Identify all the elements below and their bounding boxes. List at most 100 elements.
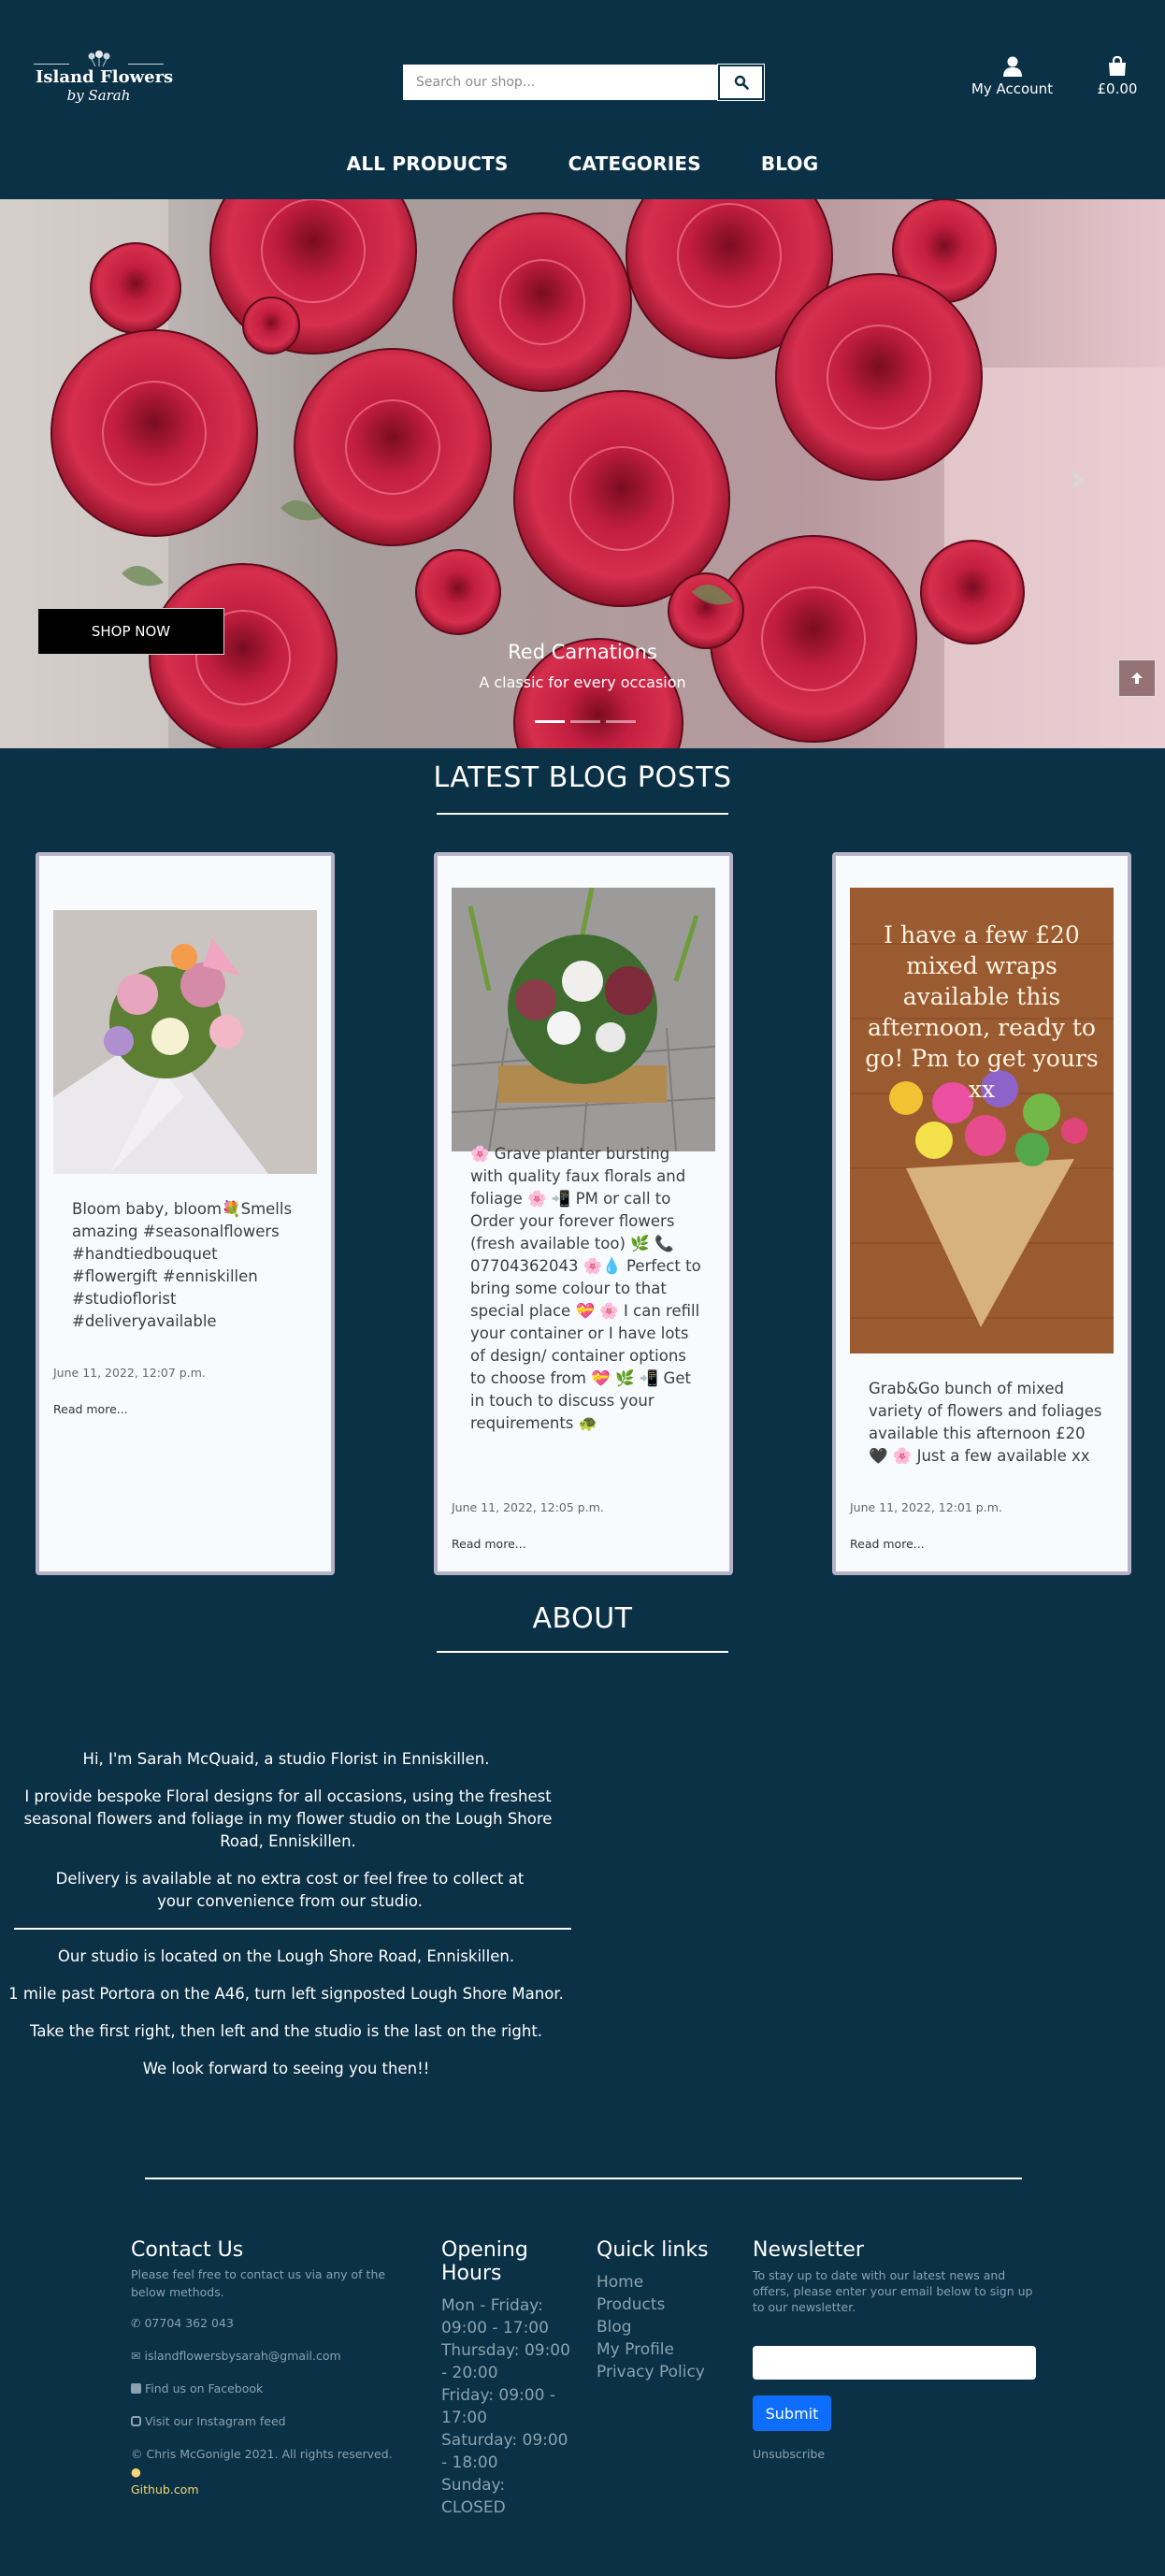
hours-friday: Friday: 09:00 - 17:00 bbox=[441, 2386, 555, 2427]
blog-post-date: June 11, 2022, 12:01 p.m. bbox=[850, 1500, 1002, 1514]
footer-quick-links: Quick links Home Products Blog My Profil… bbox=[597, 2238, 727, 2383]
blog-post-date: June 11, 2022, 12:05 p.m. bbox=[452, 1500, 604, 1514]
about-services: I provide bespoke Floral designs for all… bbox=[23, 1787, 553, 1850]
phone-number: 07704 362 043 bbox=[144, 2316, 234, 2330]
facebook-icon bbox=[131, 2383, 141, 2394]
footer-divider bbox=[145, 2178, 1022, 2179]
carousel-indicator-3[interactable] bbox=[606, 720, 636, 723]
site-logo[interactable]: Island Flowers by Sarah bbox=[34, 51, 174, 116]
about-closing: We look forward to seeing you then!! bbox=[142, 2060, 430, 2077]
arrow-up-icon bbox=[1131, 673, 1143, 684]
quick-links-title: Quick links bbox=[597, 2238, 709, 2262]
blog-post-image[interactable] bbox=[53, 910, 317, 1174]
bouquet-image bbox=[53, 910, 317, 1174]
logo-title: Island Flowers bbox=[36, 67, 174, 87]
carousel-indicator-2[interactable] bbox=[570, 720, 600, 723]
phone-icon: ✆ bbox=[131, 2316, 141, 2330]
about-title-rule bbox=[437, 1651, 728, 1653]
shopping-bag-link[interactable]: £0.00 bbox=[1089, 56, 1145, 97]
newsletter-email-input[interactable] bbox=[753, 2346, 1036, 2380]
blog-post-image[interactable]: I have a few £20 mixed wraps available t… bbox=[850, 888, 1114, 1353]
carousel-prev-button[interactable] bbox=[65, 452, 103, 508]
blog-card: I have a few £20 mixed wraps available t… bbox=[832, 852, 1131, 1575]
blog-section-title: LATEST BLOG POSTS bbox=[433, 761, 732, 794]
search-input[interactable] bbox=[403, 65, 718, 100]
read-more-link[interactable]: Read more... bbox=[850, 1537, 925, 1551]
hours-mon-fri: Mon - Friday: 09:00 - 17:00 bbox=[441, 2296, 549, 2337]
facebook-link[interactable]: Find us on Facebook bbox=[131, 2380, 402, 2397]
hours-title: Opening Hours bbox=[441, 2238, 528, 2285]
blog-post-date: June 11, 2022, 12:07 p.m. bbox=[53, 1366, 206, 1380]
github-icon: ● bbox=[131, 2465, 141, 2479]
about-directions-2: Take the first right, then left and the … bbox=[29, 2022, 543, 2040]
read-more-link[interactable]: Read more... bbox=[452, 1537, 526, 1551]
phone-link[interactable]: ✆ 07704 362 043 bbox=[131, 2314, 402, 2332]
blog-post-image[interactable] bbox=[452, 888, 715, 1151]
about-divider bbox=[14, 1928, 571, 1930]
blog-card: Bloom baby, bloom💐Smells amazing #season… bbox=[36, 852, 335, 1575]
logo-rule-right bbox=[128, 64, 164, 65]
instagram-label: Visit our Instagram feed bbox=[145, 2414, 286, 2428]
blog-post-excerpt: 🌸 Grave planter bursting with quality fa… bbox=[470, 1145, 701, 1432]
nav-blog[interactable]: BLOG bbox=[761, 152, 819, 175]
search-icon bbox=[734, 75, 749, 90]
newsletter-title: Newsletter bbox=[753, 2238, 864, 2262]
hours-sunday: Sunday: CLOSED bbox=[441, 2476, 506, 2517]
about-intro: Hi, I'm Sarah McQuaid, a studio Florist … bbox=[82, 1750, 490, 1768]
unsubscribe-link[interactable]: Unsubscribe bbox=[753, 2445, 825, 2463]
contact-title: Contact Us bbox=[131, 2238, 244, 2262]
my-account-link[interactable]: My Account bbox=[963, 56, 1061, 97]
account-label: My Account bbox=[971, 80, 1054, 97]
image-overlay-text: I have a few £20 mixed wraps available t… bbox=[865, 921, 1099, 1103]
facebook-label: Find us on Facebook bbox=[145, 2381, 264, 2395]
footer-link-profile[interactable]: My Profile bbox=[597, 2338, 727, 2361]
nav-all-products[interactable]: ALL PRODUCTS bbox=[347, 152, 509, 175]
hours-thursday: Thursday: 09:00 - 20:00 bbox=[441, 2341, 570, 2382]
blog-post-excerpt: Grab&Go bunch of mixed variety of flower… bbox=[869, 1380, 1102, 1465]
hero-carousel: SHOP NOW Red Carnations A classic for ev… bbox=[0, 199, 1165, 748]
hours-saturday: Saturday: 09:00 - 18:00 bbox=[441, 2431, 568, 2472]
back-to-top-button[interactable] bbox=[1118, 659, 1156, 697]
about-directions-1: 1 mile past Portora on the A46, turn lef… bbox=[8, 1985, 564, 2003]
search-button[interactable] bbox=[717, 64, 765, 101]
search-form bbox=[403, 64, 765, 101]
blog-title-rule bbox=[437, 813, 728, 815]
email-address: islandflowersbysarah@gmail.com bbox=[144, 2349, 341, 2363]
user-icon bbox=[1002, 56, 1022, 77]
carousel-indicators bbox=[535, 720, 636, 723]
hero-title: Red Carnations bbox=[508, 641, 657, 663]
footer-link-products[interactable]: Products bbox=[597, 2294, 727, 2316]
github-link[interactable]: Github.com bbox=[131, 2482, 199, 2496]
copyright-line: © Chris McGonigle 2021. All rights reser… bbox=[131, 2445, 402, 2498]
read-more-link[interactable]: Read more... bbox=[53, 1402, 128, 1416]
chevron-right-icon bbox=[1071, 470, 1085, 489]
bag-total: £0.00 bbox=[1097, 80, 1138, 97]
instagram-link[interactable]: Visit our Instagram feed bbox=[131, 2412, 402, 2430]
newsletter-submit-button[interactable]: Submit bbox=[753, 2395, 831, 2431]
hero-image bbox=[0, 199, 1165, 748]
main-nav: ALL PRODUCTS CATEGORIES BLOG bbox=[0, 152, 1165, 175]
footer-newsletter: Newsletter To stay up to date with our l… bbox=[753, 2238, 1043, 2315]
carousel-indicator-1[interactable] bbox=[535, 720, 565, 723]
footer-contact: Contact Us Please feel free to contact u… bbox=[131, 2238, 402, 2498]
footer-hours: Opening Hours Mon - Friday: 09:00 - 17:0… bbox=[441, 2238, 572, 2519]
footer-link-home[interactable]: Home bbox=[597, 2271, 727, 2294]
nav-categories[interactable]: CATEGORIES bbox=[568, 152, 701, 175]
logo-rule-left bbox=[34, 64, 69, 65]
footer-link-privacy[interactable]: Privacy Policy bbox=[597, 2361, 727, 2383]
newsletter-text: To stay up to date with our latest news … bbox=[753, 2268, 1033, 2314]
logo-subtitle: by Sarah bbox=[66, 87, 131, 104]
carousel-next-button[interactable] bbox=[1058, 452, 1096, 508]
envelope-icon: ✉ bbox=[131, 2349, 141, 2363]
footer-link-blog[interactable]: Blog bbox=[597, 2316, 727, 2338]
hero-subtitle: A classic for every occasion bbox=[479, 673, 686, 691]
blog-post-excerpt: Bloom baby, bloom💐Smells amazing #season… bbox=[72, 1200, 293, 1330]
email-link[interactable]: ✉ islandflowersbysarah@gmail.com bbox=[131, 2347, 402, 2365]
about-location: Our studio is located on the Lough Shore… bbox=[57, 1947, 515, 1965]
about-section-title: ABOUT bbox=[532, 1602, 633, 1635]
copyright-text: © Chris McGonigle 2021. All rights reser… bbox=[131, 2447, 393, 2461]
flowers-logo-icon bbox=[88, 51, 109, 67]
about-delivery: Delivery is available at no extra cost o… bbox=[55, 1870, 525, 1910]
shopping-bag-icon bbox=[1109, 56, 1126, 76]
grave-planter-image bbox=[452, 888, 715, 1151]
